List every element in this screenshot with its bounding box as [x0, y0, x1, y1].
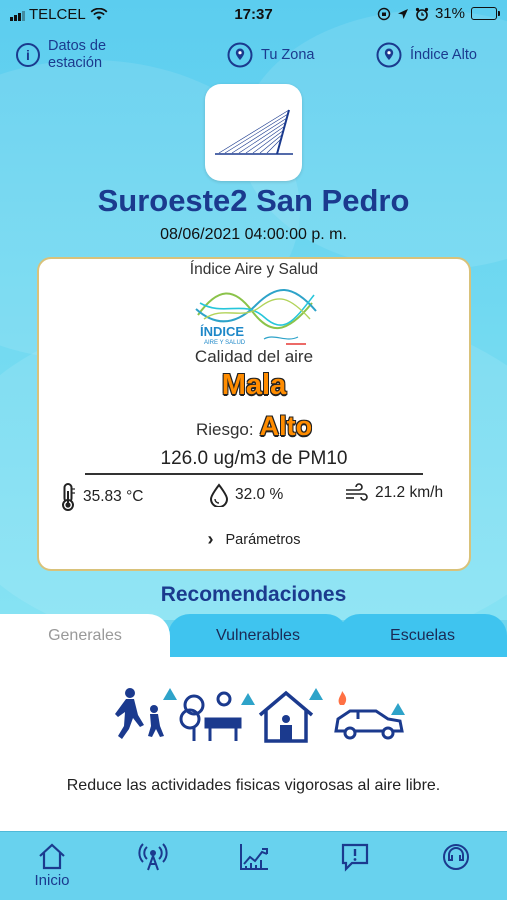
high-index-label: Índice Alto	[410, 47, 477, 63]
status-bar: TELCEL 17:37 31%	[0, 0, 507, 30]
recommendation-tabs: Vulnerables Escuelas Generales	[0, 614, 507, 658]
thermometer-icon	[62, 483, 75, 511]
wind-metric: 21.2 km/h	[345, 483, 443, 503]
recommendation-text: Reduce las actividades fisicas vigorosas…	[66, 777, 441, 794]
divider	[85, 473, 423, 475]
nav-home-label: Inicio	[34, 872, 70, 889]
svg-text:AIRE Y SALUD: AIRE Y SALUD	[204, 340, 246, 346]
location-pin-icon	[227, 42, 253, 68]
indice-aire-salud-logo: ÍNDICE AIRE Y SALUD	[195, 289, 317, 346]
risk-row: Riesgo: Alto	[39, 411, 469, 442]
battery-percent: 31%	[434, 5, 465, 22]
parameters-label: Parámetros	[225, 531, 301, 548]
risk-label: Riesgo:	[195, 420, 254, 439]
humidity-metric: 32.0 %	[209, 483, 283, 507]
warning-icon	[163, 688, 177, 700]
temperature-value: 35.83 °C	[83, 488, 144, 505]
nav-home[interactable]: Inicio	[22, 842, 82, 889]
chevron-right-icon: ›	[207, 529, 214, 549]
air-quality-card: Índice Aire y Salud ÍNDICE AIRE Y SALUD …	[37, 257, 471, 571]
nav-stations[interactable]	[123, 842, 183, 872]
exercise-icon	[115, 688, 164, 739]
recommendation-illustration	[115, 688, 405, 743]
tab-generales[interactable]: Generales	[0, 614, 170, 658]
station-name: Suroeste2 San Pedro	[97, 183, 410, 218]
station-data-label: Datos de estación	[48, 38, 107, 71]
bottom-nav: Inicio	[0, 831, 507, 900]
flame-icon	[338, 691, 347, 705]
svg-text:ÍNDICE: ÍNDICE	[200, 324, 244, 339]
water-drop-icon	[209, 483, 229, 507]
humidity-value: 32.0 %	[235, 486, 284, 503]
recommendations-title: Recomendaciones	[160, 583, 347, 606]
pollutant-reading: 126.0 ug/m3 de PM10	[160, 448, 348, 469]
car-icon	[334, 709, 404, 740]
air-quality-value: Mala	[221, 369, 287, 401]
your-zone-label: Tu Zona	[261, 47, 315, 63]
alert-message-icon	[341, 843, 369, 872]
status-right: 31%	[377, 5, 500, 22]
nav-help[interactable]	[426, 842, 486, 872]
park-icon	[179, 691, 242, 741]
station-data-button[interactable]: i Datos de estación	[16, 38, 106, 72]
warning-icon	[241, 693, 255, 705]
location-arrow-icon	[397, 8, 408, 19]
recommendation-content: Reduce las actividades fisicas vigorosas…	[0, 657, 507, 831]
wind-value: 21.2 km/h	[375, 484, 444, 501]
battery-icon	[471, 7, 500, 20]
tab-vulnerables[interactable]: Vulnerables	[168, 614, 348, 658]
air-quality-label: Calidad del aire	[194, 347, 314, 366]
home-icon	[39, 843, 65, 870]
nav-trends[interactable]	[224, 842, 284, 872]
antenna-icon	[138, 843, 168, 871]
info-icon: i	[16, 43, 40, 67]
warning-icon	[391, 703, 405, 715]
alarm-icon	[415, 7, 429, 21]
station-logo	[205, 84, 302, 181]
your-zone-button[interactable]: Tu Zona	[227, 42, 314, 68]
parameters-link[interactable]: › Parámetros	[39, 529, 469, 550]
nav-alerts[interactable]	[325, 842, 385, 872]
warning-icon	[309, 688, 323, 700]
temperature-metric: 35.83 °C	[59, 483, 144, 511]
help-chat-icon	[443, 844, 469, 870]
risk-value: Alto	[259, 411, 313, 441]
trend-chart-icon	[240, 844, 268, 870]
wind-icon	[346, 483, 368, 501]
station-datetime: 08/06/2021 04:00:00 p. m.	[160, 226, 347, 243]
card-heading: Índice Aire y Salud	[189, 261, 319, 278]
top-nav: i Datos de estación Tu Zona Índice Alto	[0, 36, 507, 76]
location-pin-icon	[376, 42, 402, 68]
tab-escuelas[interactable]: Escuelas	[338, 614, 507, 658]
orientation-lock-icon	[377, 7, 391, 20]
bridge-icon	[215, 109, 293, 155]
high-index-button[interactable]: Índice Alto	[376, 42, 477, 68]
